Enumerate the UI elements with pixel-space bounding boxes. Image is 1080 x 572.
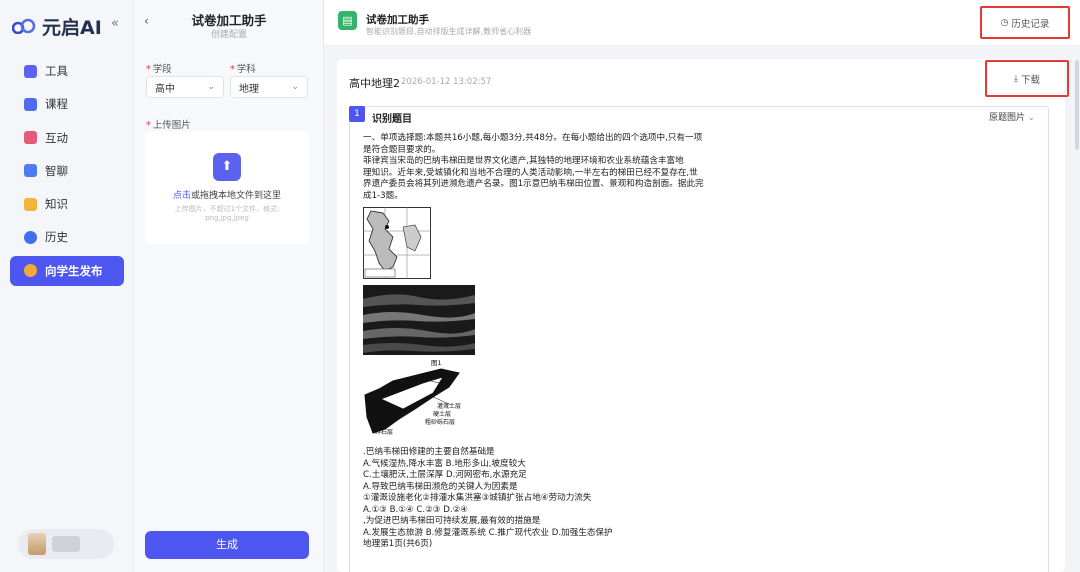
logo-icon bbox=[12, 18, 36, 34]
sidebar-item-label: 智聊 bbox=[45, 163, 68, 178]
clock-icon: ◷ bbox=[1000, 17, 1009, 28]
collapse-sidebar-icon[interactable]: « bbox=[111, 16, 119, 31]
figure-label-wall: 石墙 bbox=[391, 383, 404, 390]
subject-select[interactable]: 地理 ⌄ bbox=[230, 76, 308, 98]
question-line: A.气候湿热,降水丰富 B.地形多山,坡度较大 bbox=[363, 458, 526, 469]
stage-select[interactable]: 高中 ⌄ bbox=[146, 76, 224, 98]
page-footer: 地理第1页(共6页) bbox=[363, 539, 433, 549]
location-map-figure bbox=[363, 207, 431, 279]
history-label: 历史记录 bbox=[1011, 18, 1050, 30]
sidebar-item-label: 知识 bbox=[45, 197, 68, 212]
recognized-section: 1 识别题目 原题图片 ⌄ 一、单项选择题:本题共16小题,每小题3分,共48分… bbox=[349, 106, 1049, 572]
app-header: ▤ 试卷加工助手 智能识别题目,自动排版生成详解,教师省心利器 ◷ 历史记录 bbox=[324, 0, 1080, 46]
chevron-down-icon: ⌄ bbox=[207, 82, 215, 92]
app-title: 试卷加工助手 bbox=[366, 14, 429, 26]
chevron-down-icon: ⌄ bbox=[291, 82, 299, 92]
download-icon: ⤓ bbox=[1014, 73, 1018, 84]
sidebar-item-label: 向学生发布 bbox=[45, 263, 103, 278]
interact-icon bbox=[24, 131, 37, 145]
upload-formats: png,jpg,jpeg bbox=[205, 214, 249, 222]
upload-hint: 上传图片，不超过1个文件，格式: bbox=[174, 205, 280, 213]
question-line: 菲律宾当宋岛的巴纳韦梯田是世界文化遗产,其独特的地理环境和农业系统蕴含丰富地 bbox=[363, 156, 684, 166]
terrace-cross-section-diagram: 图1 排水口 石墙 灌溉土层 硬土层 粗砂砾石层 碎石层 bbox=[363, 359, 468, 439]
sidebar-item-courses[interactable]: 课程 bbox=[10, 89, 124, 119]
question-line: 理知识。近年来,受城镇化和当地不合理的人类活动影响,一半左右的梯田已经不复存在,… bbox=[363, 167, 698, 178]
section-title: 识别题目 bbox=[372, 114, 412, 125]
original-image-toggle[interactable]: 原题图片 ⌄ bbox=[989, 110, 1035, 123]
history-icon bbox=[24, 230, 37, 244]
generate-button[interactable]: 生成 bbox=[145, 531, 309, 559]
wrench-icon bbox=[24, 64, 37, 78]
video-icon bbox=[24, 97, 37, 111]
upload-icon: ⬆ bbox=[213, 153, 241, 181]
avatar bbox=[28, 533, 46, 555]
upload-label: * 上传图片 bbox=[146, 120, 191, 131]
folder-icon bbox=[24, 197, 37, 211]
question-line: 是符合题目要求的。 bbox=[363, 144, 441, 155]
terrace-landscape-photo bbox=[363, 285, 475, 355]
app-description: 智能识别题目,自动排版生成详解,教师省心利器 bbox=[366, 27, 532, 36]
scrollbar[interactable] bbox=[1075, 60, 1079, 150]
question-line: .巴纳韦梯田修建的主要自然基础是 bbox=[363, 447, 495, 457]
user-profile[interactable] bbox=[18, 529, 114, 559]
sidebar-item-history[interactable]: 历史 bbox=[10, 222, 124, 252]
chevron-down-icon: ⌄ bbox=[1027, 113, 1035, 122]
logo-text: 元启AI bbox=[42, 16, 102, 39]
question-line: ①灌溉设施老化②排灌水集洪塞③城镇扩张占地④劳动力流失 bbox=[363, 493, 592, 503]
sidebar-item-label: 工具 bbox=[45, 64, 68, 78]
figure-caption: 图1 bbox=[431, 359, 442, 367]
sidebar-item-label: 互动 bbox=[45, 130, 68, 145]
figure-label-outlet: 排水口 bbox=[433, 371, 453, 379]
send-icon bbox=[24, 264, 37, 278]
document-app-icon: ▤ bbox=[338, 11, 357, 30]
question-line: 成1-3题。 bbox=[363, 190, 403, 201]
chat-icon bbox=[24, 164, 37, 178]
question-line: 一、单项选择题:本题共16小题,每小题3分,共48分。在每小题给出的四个选项中,… bbox=[363, 133, 703, 143]
download-label: 下载 bbox=[1020, 74, 1040, 86]
sidebar-item-label: 历史 bbox=[45, 230, 68, 245]
figure-label-rubble: 碎石层 bbox=[375, 429, 394, 436]
upload-drag-text: 或拖拽本地文件到这里 bbox=[191, 191, 282, 201]
download-button[interactable]: ⤓ 下载 bbox=[985, 60, 1069, 97]
question-line: A.导致巴纳韦梯田濒危的关键人为因素是 bbox=[363, 481, 518, 492]
section-index: 1 bbox=[349, 106, 365, 122]
sidebar-item-label: 课程 bbox=[45, 97, 68, 112]
upload-dropzone[interactable]: ⬆ 点击或拖拽本地文件到这里 上传图片，不超过1个文件，格式: png,jpg,… bbox=[145, 131, 309, 244]
original-image-label: 原题图片 bbox=[989, 113, 1026, 123]
doc-timestamp: 2026-01-12 13:02:57 bbox=[401, 77, 492, 87]
question-line: C.土壤肥沃,土层深厚 D.河网密布,水源充足 bbox=[363, 470, 527, 480]
upload-click-link[interactable]: 点击 bbox=[173, 191, 191, 201]
sidebar-item-interact[interactable]: 互动 bbox=[10, 123, 124, 153]
sidebar-item-knowledge[interactable]: 知识 bbox=[10, 189, 124, 219]
logo[interactable]: 元启AI bbox=[12, 12, 102, 40]
subject-label: * 学科 bbox=[230, 64, 256, 75]
doc-title: 高中地理2 bbox=[349, 77, 400, 90]
stage-label: * 学段 bbox=[146, 64, 172, 75]
user-name-redacted bbox=[52, 536, 80, 552]
sidebar-item-tools[interactable]: 工具 bbox=[10, 56, 124, 86]
history-button[interactable]: ◷ 历史记录 bbox=[980, 6, 1070, 39]
question-line: ,为促进巴纳韦梯田可持续发展,最有效的措施是 bbox=[363, 516, 541, 526]
question-line: 界遗产委员会将其列进濒危遗产名录。图1示意巴纳韦梯田位置、景观和构造剖面。据此完 bbox=[363, 179, 704, 189]
subject-value: 地理 bbox=[239, 83, 259, 95]
sidebar-nav: 工具 课程 互动 智聊 知识 历史 向学生发布 bbox=[10, 56, 124, 289]
question-line: A.①③ B.①④ C.②③ D.②④ bbox=[363, 504, 468, 515]
panel-subtitle: 创建配置 bbox=[210, 30, 247, 40]
result-card: 高中地理2 2026-01-12 13:02:57 ⤓ 下载 1 识别题目 原题… bbox=[337, 59, 1069, 572]
stage-value: 高中 bbox=[155, 83, 175, 95]
question-line: A.发展生态旅游 B.修复灌溉系统 C.推广现代农业 D.加强生态保护 bbox=[363, 527, 613, 538]
sidebar: 元启AI « 工具 课程 互动 智聊 知识 历史 向学生发布 bbox=[0, 0, 134, 572]
sidebar-item-publish[interactable]: 向学生发布 bbox=[10, 255, 124, 286]
sidebar-item-chat[interactable]: 智聊 bbox=[10, 156, 124, 186]
figure-label-gravel: 粗砂砾石层 bbox=[425, 419, 456, 426]
